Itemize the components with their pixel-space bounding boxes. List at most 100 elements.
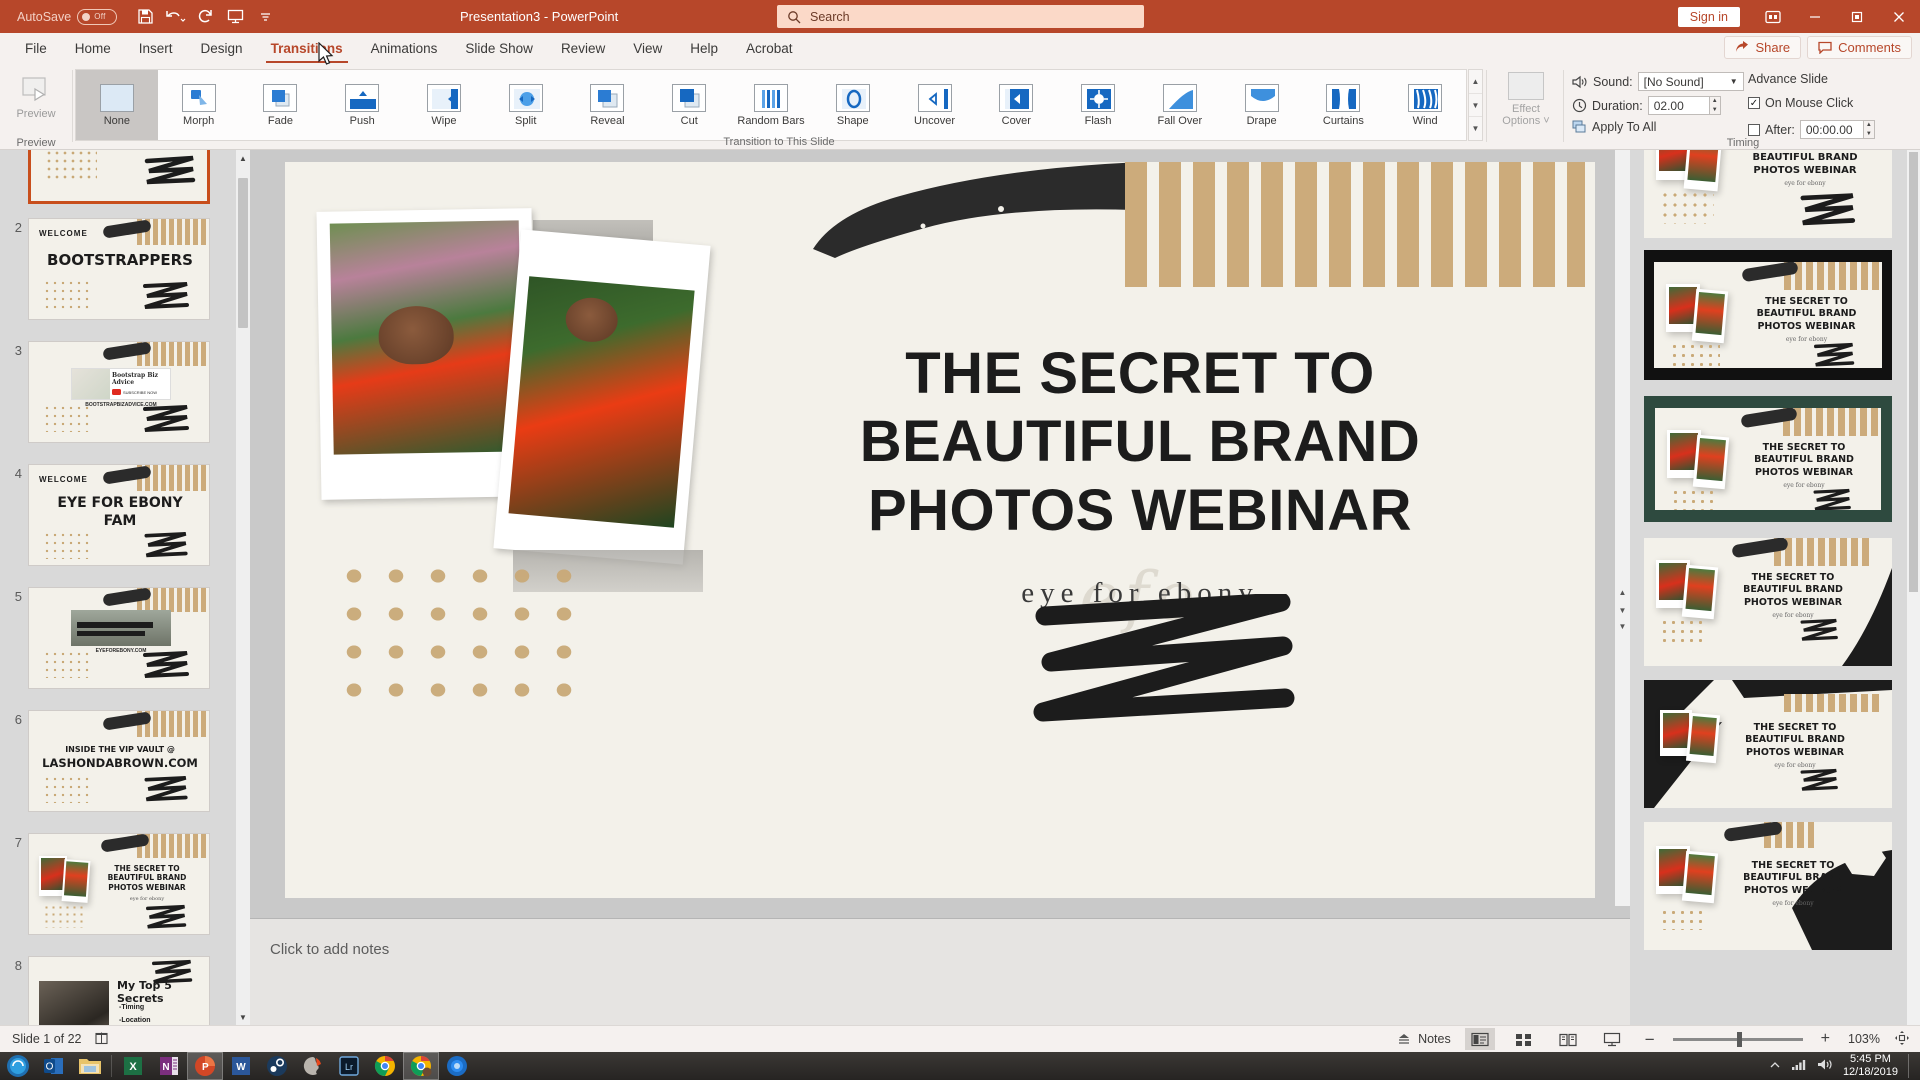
sign-in-button[interactable]: Sign in bbox=[1678, 7, 1740, 27]
zoom-icon[interactable] bbox=[439, 1052, 475, 1080]
thumbnail-2[interactable]: WELCOME BOOTSTRAPPERS bbox=[28, 218, 210, 320]
transition-gallery[interactable]: None Morph Fade Push bbox=[75, 69, 1467, 141]
transition-wipe[interactable]: Wipe bbox=[403, 70, 485, 140]
customize-qat-icon[interactable] bbox=[251, 4, 279, 30]
thumbnail-row-8[interactable]: 8 My Top 5 Secrets -Timing -Location -Cl… bbox=[0, 956, 250, 1025]
sound-select[interactable]: [No Sound] ▼ bbox=[1638, 72, 1744, 91]
slide-title[interactable]: THE SECRET TO BEAUTIFUL BRAND PHOTOS WEB… bbox=[725, 340, 1555, 545]
zoom-level[interactable]: 103% bbox=[1848, 1032, 1880, 1046]
autosave-control[interactable]: AutoSave Off bbox=[17, 9, 117, 25]
variation-3-selected[interactable]: THE SECRET TO BEAUTIFUL BRAND PHOTOS WEB… bbox=[1644, 396, 1892, 522]
comments-button[interactable]: Comments bbox=[1807, 36, 1912, 59]
transition-flash[interactable]: Flash bbox=[1057, 70, 1139, 140]
thumbnail-scroll-down-icon[interactable]: ▼ bbox=[236, 1009, 250, 1025]
undo-icon[interactable] bbox=[161, 4, 189, 30]
transition-fade[interactable]: Fade bbox=[240, 70, 322, 140]
thumbnail-8[interactable]: My Top 5 Secrets -Timing -Location -Clot… bbox=[28, 956, 210, 1025]
tab-file[interactable]: File bbox=[12, 36, 60, 61]
tab-transitions[interactable]: Transitions bbox=[258, 36, 356, 61]
slide-scrollbar[interactable]: ▲ ▼ ▼ bbox=[1615, 150, 1630, 906]
autosave-toggle[interactable]: Off bbox=[77, 9, 117, 25]
zoom-in-button[interactable]: + bbox=[1817, 1031, 1834, 1047]
chrome-profile-icon[interactable] bbox=[403, 1052, 439, 1080]
variation-6[interactable]: THE SECRET TO BEAUTIFUL BRAND PHOTOS WEB… bbox=[1644, 822, 1892, 950]
variation-2[interactable]: THE SECRET TO BEAUTIFUL BRAND PHOTOS WEB… bbox=[1644, 250, 1892, 380]
thumbnail-3[interactable]: Bootstrap Biz Advice SUBSCRIBE NOW BOOTS… bbox=[28, 341, 210, 443]
transition-morph[interactable]: Morph bbox=[158, 70, 240, 140]
ribbon-display-options-icon[interactable] bbox=[1752, 0, 1794, 33]
transition-reveal[interactable]: Reveal bbox=[567, 70, 649, 140]
steam-icon[interactable] bbox=[259, 1052, 295, 1080]
zoom-out-button[interactable]: − bbox=[1641, 1031, 1659, 1048]
tab-animations[interactable]: Animations bbox=[358, 36, 451, 61]
restore-icon[interactable] bbox=[1836, 0, 1878, 33]
duration-input[interactable]: 02.00 bbox=[1648, 96, 1710, 115]
excel-icon[interactable]: X bbox=[115, 1052, 151, 1080]
tab-help[interactable]: Help bbox=[677, 36, 731, 61]
share-button[interactable]: Share bbox=[1724, 36, 1801, 59]
thumbnail-1[interactable] bbox=[28, 150, 210, 204]
redo-icon[interactable] bbox=[191, 4, 219, 30]
tab-slide-show[interactable]: Slide Show bbox=[452, 36, 546, 61]
variation-5[interactable]: THE SECRET TO BEAUTIFUL BRAND PHOTOS WEB… bbox=[1644, 680, 1892, 808]
slide-next-slide-icon[interactable]: ▼ bbox=[1617, 622, 1628, 632]
current-slide[interactable]: THE SECRET TO BEAUTIFUL BRAND PHOTOS WEB… bbox=[285, 162, 1595, 898]
transition-push[interactable]: Push bbox=[321, 70, 403, 140]
slide-scroll-up-icon[interactable]: ▲ bbox=[1617, 588, 1628, 598]
thumbnail-7[interactable]: THE SECRET TO BEAUTIFUL BRAND PHOTOS WEB… bbox=[28, 833, 210, 935]
tab-acrobat[interactable]: Acrobat bbox=[733, 36, 806, 61]
slide-thumbnail-panel[interactable]: 1 2 WELCOME BOOTSTRAPPERS 3 bbox=[0, 150, 250, 1025]
accessibility-icon[interactable] bbox=[94, 1031, 109, 1048]
taskbar-clock[interactable]: 5:45 PM 12/18/2019 bbox=[1843, 1053, 1898, 1078]
tab-home[interactable]: Home bbox=[62, 36, 124, 61]
powerpoint-icon[interactable]: P bbox=[187, 1052, 223, 1080]
thumbnail-row-3[interactable]: 3 Bootstrap Biz Advice SUBSCRIBE NOW BOO… bbox=[0, 341, 250, 443]
thumbnail-row-1[interactable]: 1 bbox=[0, 150, 250, 204]
slide-variations-panel[interactable]: THE SECRET TO BEAUTIFUL BRAND PHOTOS WEB… bbox=[1630, 150, 1920, 1025]
notes-button[interactable]: Notes bbox=[1396, 1032, 1451, 1046]
duration-stepper[interactable]: ▲▼ bbox=[1710, 96, 1721, 115]
file-explorer-icon[interactable] bbox=[72, 1052, 108, 1080]
thumbnail-row-2[interactable]: 2 WELCOME BOOTSTRAPPERS bbox=[0, 218, 250, 320]
close-icon[interactable] bbox=[1878, 0, 1920, 33]
transition-fall-over[interactable]: Fall Over bbox=[1139, 70, 1221, 140]
start-orb-icon[interactable] bbox=[0, 1052, 36, 1080]
fit-to-window-icon[interactable] bbox=[1894, 1030, 1910, 1049]
thumbnail-row-6[interactable]: 6 INSIDE THE VIP VAULT @ LASHONDABROWN.C… bbox=[0, 710, 250, 812]
search-input[interactable]: Search bbox=[777, 5, 1144, 28]
thumbnail-scrollbar-thumb[interactable] bbox=[238, 178, 248, 328]
paint-icon[interactable] bbox=[295, 1052, 331, 1080]
tab-view[interactable]: View bbox=[620, 36, 675, 61]
thumbnail-4[interactable]: WELCOME EYE FOR EBONY FAM bbox=[28, 464, 210, 566]
thumbnail-row-7[interactable]: 7 THE SECRET TO BEAUTIFUL BRAND PHOTOS W… bbox=[0, 833, 250, 935]
normal-view-icon[interactable] bbox=[1465, 1028, 1495, 1050]
thumbnail-row-5[interactable]: 5 EYEFOREBONY.COM bbox=[0, 587, 250, 689]
gallery-scrollbar[interactable]: ▲ ▼ ▼ bbox=[1468, 69, 1483, 141]
transition-wind[interactable]: Wind bbox=[1384, 70, 1466, 140]
variation-4[interactable]: THE SECRET TO BEAUTIFUL BRAND PHOTOS WEB… bbox=[1644, 538, 1892, 666]
zoom-slider[interactable] bbox=[1673, 1038, 1803, 1041]
transition-none[interactable]: None bbox=[76, 70, 158, 140]
transition-cover[interactable]: Cover bbox=[975, 70, 1057, 140]
slideshow-icon[interactable] bbox=[1597, 1028, 1627, 1050]
variation-1[interactable]: THE SECRET TO BEAUTIFUL BRAND PHOTOS WEB… bbox=[1644, 150, 1892, 238]
preview-button[interactable]: Preview bbox=[8, 70, 64, 126]
zoom-slider-knob[interactable] bbox=[1737, 1032, 1742, 1047]
outlook-icon[interactable]: O bbox=[36, 1052, 72, 1080]
thumbnail-scrollbar[interactable]: ▲ ▼ bbox=[236, 150, 250, 1025]
transition-random-bars[interactable]: Random Bars bbox=[730, 70, 812, 140]
slide-counter[interactable]: Slide 1 of 22 bbox=[12, 1032, 82, 1046]
on-mouse-click-checkbox[interactable]: ✓ bbox=[1748, 97, 1760, 109]
show-desktop-button[interactable] bbox=[1908, 1054, 1914, 1078]
tab-insert[interactable]: Insert bbox=[126, 36, 186, 61]
minimize-icon[interactable] bbox=[1794, 0, 1836, 33]
variations-scrollbar-thumb[interactable] bbox=[1909, 152, 1918, 592]
thumbnail-row-4[interactable]: 4 WELCOME EYE FOR EBONY FAM bbox=[0, 464, 250, 566]
gallery-scroll-up[interactable]: ▲ bbox=[1469, 70, 1482, 94]
start-slideshow-icon[interactable] bbox=[221, 4, 249, 30]
transition-split[interactable]: Split bbox=[485, 70, 567, 140]
variations-scrollbar[interactable] bbox=[1907, 150, 1920, 1025]
effect-options-button[interactable]: Effect Options ˅ bbox=[1500, 72, 1552, 127]
transition-cut[interactable]: Cut bbox=[648, 70, 730, 140]
tab-review[interactable]: Review bbox=[548, 36, 618, 61]
